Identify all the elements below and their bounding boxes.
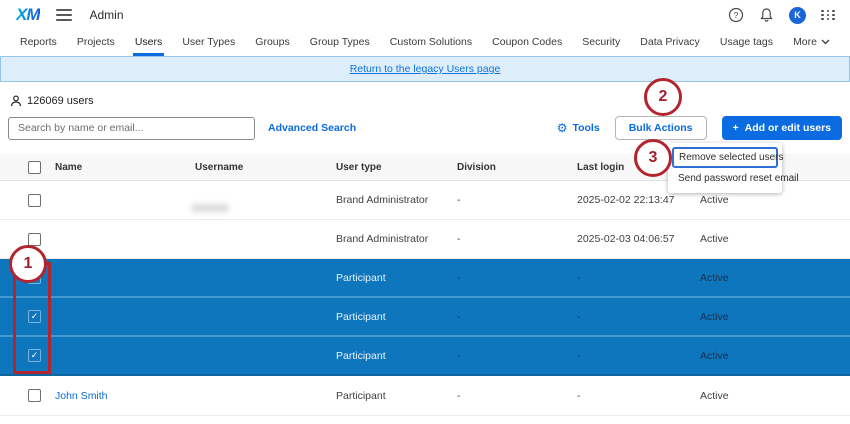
- row-checkbox-checked[interactable]: ✓: [28, 349, 41, 362]
- col-header-username: Username: [195, 162, 336, 173]
- tab-security[interactable]: Security: [580, 30, 622, 56]
- status-cell: Active: [700, 350, 820, 362]
- redacted-username: [191, 204, 229, 212]
- user-type-cell: Participant: [336, 272, 457, 284]
- division-cell: -: [457, 390, 577, 402]
- bulk-actions-menu: Remove selected users Send password rese…: [668, 143, 782, 193]
- xm-logo: XM: [16, 5, 40, 25]
- status-cell: Active: [700, 390, 820, 402]
- menu-item-send-password-reset[interactable]: Send password reset email: [672, 168, 778, 189]
- table-row-selected[interactable]: ✓ Participant - - Active ···: [0, 298, 850, 337]
- status-cell: Active: [700, 272, 820, 284]
- bulk-actions-button[interactable]: Bulk Actions: [615, 116, 707, 140]
- user-name-link[interactable]: John Smith: [55, 390, 195, 402]
- tab-group-types[interactable]: Group Types: [308, 30, 372, 56]
- hamburger-menu-icon[interactable]: [56, 6, 72, 24]
- division-cell: -: [457, 311, 577, 323]
- row-checkbox[interactable]: [28, 194, 41, 207]
- tab-data-privacy[interactable]: Data Privacy: [638, 30, 702, 56]
- last-login-cell: -: [577, 350, 700, 362]
- tab-groups[interactable]: Groups: [253, 30, 291, 56]
- legacy-users-link[interactable]: Return to the legacy Users page: [350, 63, 501, 75]
- last-login-cell: -: [577, 311, 700, 323]
- annotation-step-1: 1: [9, 245, 47, 283]
- row-actions-ellipsis-icon[interactable]: ···: [820, 350, 850, 362]
- users-summary: 126069 users: [10, 95, 850, 107]
- col-header-name: Name: [55, 162, 195, 173]
- division-cell: -: [457, 194, 577, 206]
- advanced-search-link[interactable]: Advanced Search: [268, 122, 356, 134]
- person-icon: [10, 95, 22, 107]
- last-login-cell: 2025-02-03 04:06:57: [577, 233, 700, 245]
- user-type-cell: Participant: [336, 311, 457, 323]
- col-header-user-type: User type: [336, 162, 457, 173]
- user-type-cell: Participant: [336, 350, 457, 362]
- table-row[interactable]: Brand Administrator - 2025-02-03 04:06:5…: [0, 220, 850, 259]
- svg-text:?: ?: [734, 10, 739, 20]
- tab-projects[interactable]: Projects: [75, 30, 117, 56]
- row-checkbox[interactable]: [28, 233, 41, 246]
- annotation-step-2: 2: [644, 78, 682, 116]
- tab-usage-tags[interactable]: Usage tags: [718, 30, 775, 56]
- division-cell: -: [457, 233, 577, 245]
- tab-coupon-codes[interactable]: Coupon Codes: [490, 30, 564, 56]
- notifications-bell-icon[interactable]: [759, 7, 774, 23]
- table-row-selected[interactable]: ✓ Participant - - Active ···: [0, 259, 850, 298]
- tab-custom-solutions[interactable]: Custom Solutions: [388, 30, 474, 56]
- tab-reports[interactable]: Reports: [18, 30, 59, 56]
- last-login-cell: -: [577, 272, 700, 284]
- app-title: Admin: [90, 8, 124, 22]
- row-checkbox-checked[interactable]: ✓: [28, 310, 41, 323]
- table-row[interactable]: John Smith Participant - - Active ···: [0, 376, 850, 416]
- users-table: Name Username User type Division Last lo…: [0, 154, 850, 416]
- tab-user-types[interactable]: User Types: [180, 30, 237, 56]
- select-all-checkbox[interactable]: [28, 161, 41, 174]
- table-row-selected[interactable]: ✓ Participant - - Active ···: [0, 337, 850, 376]
- status-cell: Active: [700, 233, 820, 245]
- chevron-down-icon: [821, 39, 830, 45]
- app-switcher-grid-icon[interactable]: [821, 10, 836, 21]
- col-header-division: Division: [457, 162, 577, 173]
- plus-icon: +: [733, 122, 739, 134]
- annotation-step-3: 3: [634, 139, 672, 177]
- row-actions-ellipsis-icon[interactable]: ···: [820, 390, 850, 402]
- search-input[interactable]: [8, 117, 255, 140]
- division-cell: -: [457, 272, 577, 284]
- users-count-label: 126069 users: [27, 95, 94, 107]
- row-actions-ellipsis-icon[interactable]: ···: [820, 272, 850, 284]
- users-toolbar: Advanced Search ⚙ Tools Bulk Actions + A…: [0, 116, 850, 140]
- row-checkbox[interactable]: [28, 389, 41, 402]
- status-cell: Active: [700, 194, 820, 206]
- gear-icon: ⚙: [557, 121, 568, 135]
- user-type-cell: Brand Administrator: [336, 233, 457, 245]
- division-cell: -: [457, 350, 577, 362]
- top-bar: XM Admin ? K: [0, 0, 850, 30]
- user-type-cell: Brand Administrator: [336, 194, 457, 206]
- row-actions-ellipsis-icon[interactable]: ···: [820, 194, 850, 206]
- column-settings-chevron-icon[interactable]: [820, 164, 850, 170]
- tab-more[interactable]: More: [791, 30, 832, 56]
- status-cell: Active: [700, 311, 820, 323]
- admin-nav-tabs: Reports Projects Users User Types Groups…: [0, 30, 850, 56]
- user-avatar[interactable]: K: [789, 7, 806, 24]
- last-login-cell: -: [577, 390, 700, 402]
- legacy-banner: Return to the legacy Users page: [0, 56, 850, 82]
- help-icon[interactable]: ?: [728, 7, 744, 23]
- user-type-cell: Participant: [336, 390, 457, 402]
- row-actions-ellipsis-icon[interactable]: ···: [820, 233, 850, 245]
- tab-users[interactable]: Users: [133, 30, 164, 56]
- tools-button[interactable]: ⚙ Tools: [557, 121, 600, 135]
- menu-item-remove-selected-users[interactable]: Remove selected users: [672, 147, 778, 168]
- add-or-edit-users-button[interactable]: + Add or edit users: [722, 116, 843, 140]
- row-actions-ellipsis-icon[interactable]: ···: [820, 311, 850, 323]
- last-login-cell: 2025-02-02 22:13:47: [577, 194, 700, 206]
